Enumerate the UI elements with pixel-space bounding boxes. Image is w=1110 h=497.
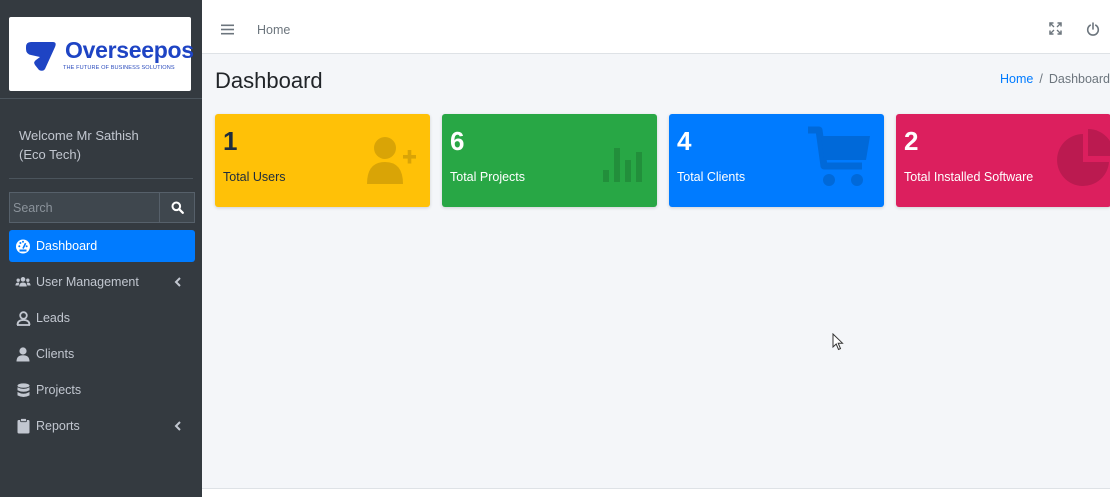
users-icon (15, 274, 31, 290)
stat-box-total-projects[interactable]: 6 Total Projects (442, 114, 657, 207)
chevron-left-icon (174, 421, 181, 431)
sidebar-nav: Dashboard User Management Leads Clients … (9, 230, 195, 446)
breadcrumb: Home / Dashboard (1000, 72, 1110, 86)
sidebar-item-label: Reports (36, 419, 80, 433)
sidebar-item-projects[interactable]: Projects (9, 374, 195, 406)
brand-tagline: THE FUTURE OF BUSINESS SOLUTIONS (63, 65, 175, 71)
top-nav-home-link[interactable]: Home (257, 23, 290, 37)
shopping-cart-icon (808, 126, 870, 186)
breadcrumb-home-link[interactable]: Home (1000, 72, 1033, 86)
sidebar-item-label: Leads (36, 311, 71, 325)
mouse-cursor-icon (832, 333, 844, 351)
tachometer-icon (15, 238, 31, 254)
welcome-text: Welcome Mr Sathish (19, 128, 139, 143)
stat-box-total-users[interactable]: 1 Total Users (215, 114, 430, 207)
breadcrumb-separator: / (1039, 72, 1043, 86)
sidebar-item-label: User Management (36, 275, 139, 289)
stat-label: Total Projects (450, 170, 526, 184)
stat-label: Total Installed Software (904, 170, 1034, 184)
brand-name: Overseepos (65, 37, 194, 63)
power-icon[interactable] (1086, 22, 1100, 36)
clipboard-icon (15, 418, 31, 434)
footer (202, 489, 1110, 497)
stat-box-total-installed-software[interactable]: 2 Total Installed Software (896, 114, 1110, 207)
database-icon (15, 382, 31, 398)
stat-box-total-clients[interactable]: 4 Total Clients (669, 114, 884, 207)
user-plus-icon (367, 137, 416, 184)
sidebar-item-label: Projects (36, 383, 82, 397)
page-title: Dashboard (215, 68, 323, 93)
user-icon (15, 346, 31, 362)
stat-label: Total Clients (677, 170, 746, 184)
bar-chart-icon (603, 148, 642, 182)
company-text: (Eco Tech) (19, 147, 81, 162)
fullscreen-icon[interactable] (1049, 22, 1062, 35)
sidebar-item-reports[interactable]: Reports (9, 410, 195, 442)
sidebar: Overseepos THE FUTURE OF BUSINESS SOLUTI… (0, 0, 202, 497)
sidebar-item-label: Clients (36, 347, 75, 361)
sidebar-item-user-management[interactable]: User Management (9, 266, 195, 298)
user-tie-icon (15, 310, 31, 326)
user-panel[interactable]: Welcome Mr Sathish (Eco Tech) (19, 126, 139, 164)
sidebar-search (9, 192, 195, 223)
logo-mark-icon (26, 42, 56, 71)
brand-logo[interactable]: Overseepos THE FUTURE OF BUSINESS SOLUTI… (9, 17, 194, 91)
search-icon (171, 201, 184, 214)
menu-toggle-icon[interactable] (221, 24, 234, 35)
search-button[interactable] (159, 192, 195, 223)
divider (9, 178, 193, 179)
pie-chart-icon (1057, 129, 1110, 186)
stat-value: 4 (677, 126, 692, 156)
stat-value: 1 (223, 126, 238, 156)
sidebar-item-dashboard[interactable]: Dashboard (9, 230, 195, 262)
stat-label: Total Users (223, 170, 286, 184)
stat-value: 6 (450, 126, 465, 156)
sidebar-item-leads[interactable]: Leads (9, 302, 195, 334)
search-input[interactable] (9, 192, 159, 223)
breadcrumb-current: Dashboard (1048, 72, 1110, 86)
sidebar-item-label: Dashboard (36, 239, 98, 253)
top-navbar: Home (202, 0, 1110, 54)
sidebar-item-clients[interactable]: Clients (9, 338, 195, 370)
divider (0, 98, 202, 99)
stat-value: 2 (904, 126, 919, 156)
chevron-left-icon (174, 277, 181, 287)
